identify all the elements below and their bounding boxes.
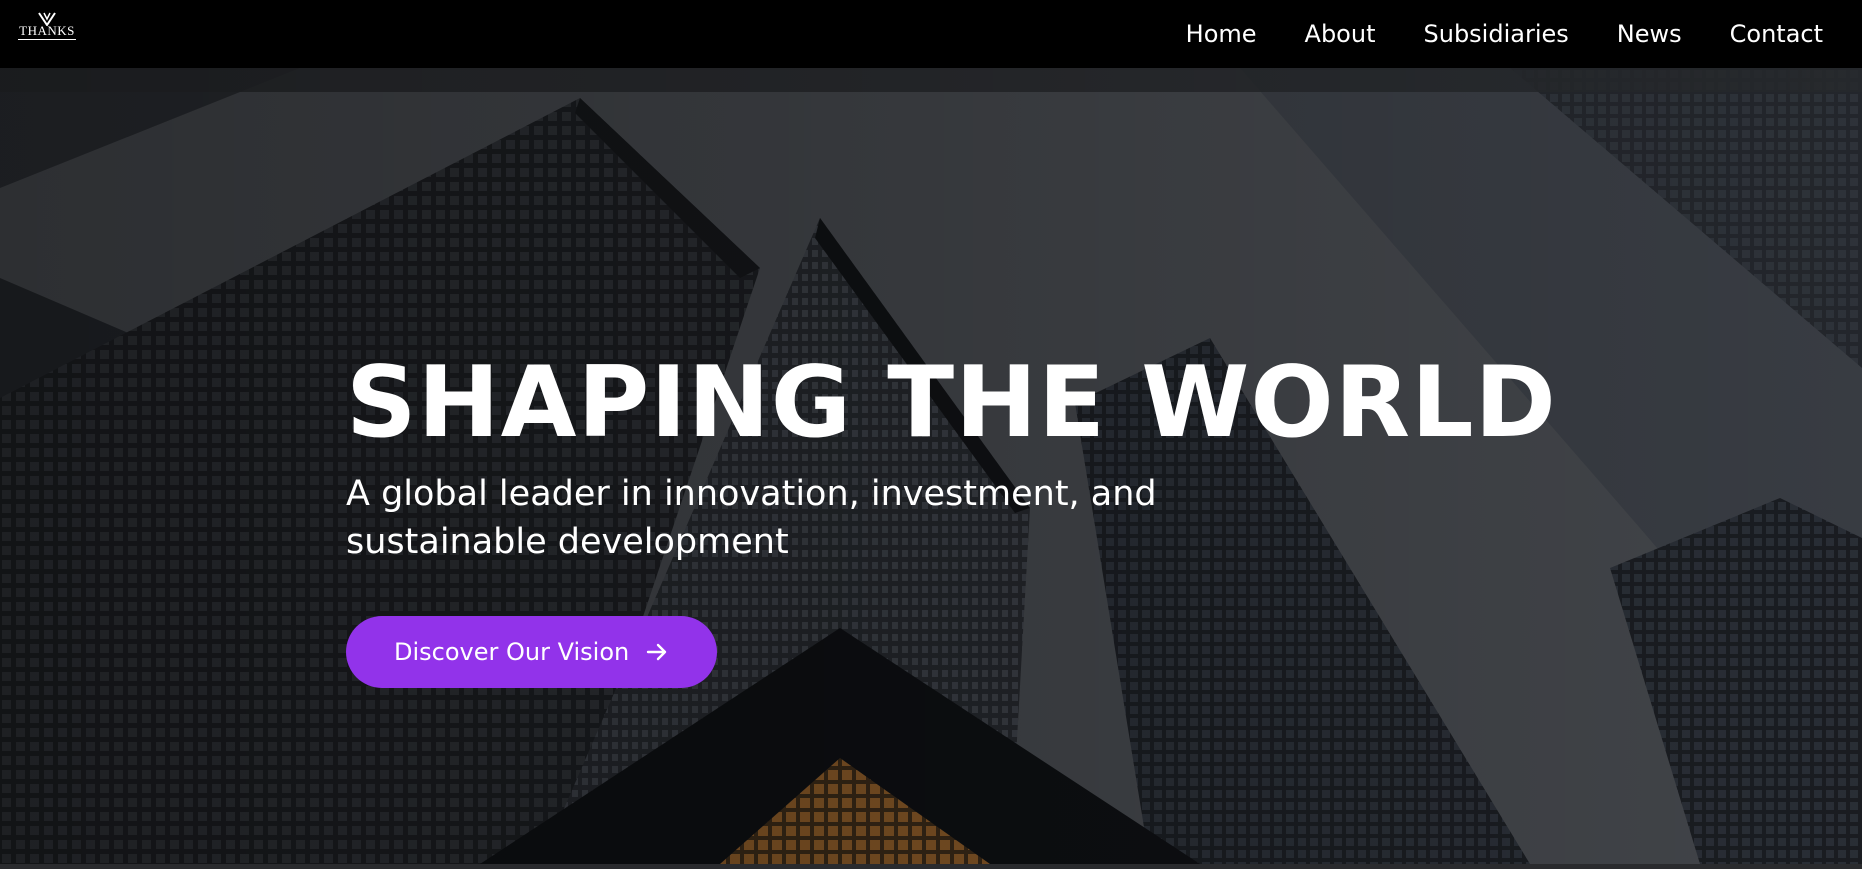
hero-subtitle: A global leader in innovation, investmen… (346, 474, 1157, 562)
nav-item-contact[interactable]: Contact (1730, 20, 1823, 48)
navbar: THANKS Home About Subsidiaries News Cont… (0, 0, 1862, 68)
nav-item-subsidiaries[interactable]: Subsidiaries (1424, 20, 1569, 48)
logo-text: THANKS (19, 23, 75, 38)
logo-underline (18, 39, 76, 40)
discover-vision-label: Discover Our Vision (394, 638, 630, 666)
nav-item-about[interactable]: About (1305, 20, 1376, 48)
logo[interactable]: THANKS (17, 12, 77, 56)
main-nav: Home About Subsidiaries News Contact (1186, 20, 1823, 48)
hero-title: SHAPING THE WORLD (346, 346, 1557, 460)
discover-vision-button[interactable]: Discover Our Vision (346, 616, 718, 688)
nav-item-news[interactable]: News (1617, 20, 1682, 48)
page: THANKS Home About Subsidiaries News Cont… (0, 0, 1862, 869)
arrow-right-icon (645, 640, 669, 664)
bottom-edge (0, 864, 1862, 869)
nav-item-home[interactable]: Home (1186, 20, 1257, 48)
hero-content: SHAPING THE WORLD A global leader in inn… (346, 346, 1557, 688)
hero-section: SHAPING THE WORLD A global leader in inn… (0, 68, 1862, 864)
